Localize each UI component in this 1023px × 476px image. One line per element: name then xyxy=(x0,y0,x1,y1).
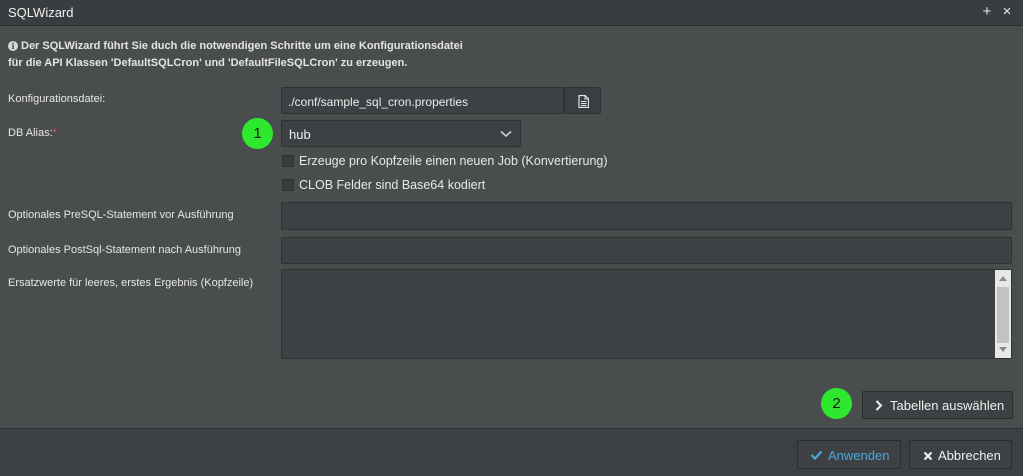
replacement-values-label: Ersatzwerte für leeres, erstes Ergebnis … xyxy=(8,277,254,289)
post-sql-label: Optionales PostSql-Statement nach Ausfüh… xyxy=(8,244,241,256)
info-line-2: für die API Klassen 'DefaultSQLCron' und… xyxy=(8,57,408,69)
chevron-down-icon xyxy=(500,130,512,138)
browse-file-button[interactable] xyxy=(564,87,601,114)
dialog-footer: Anwenden Abbrechen xyxy=(0,428,1023,476)
required-marker: * xyxy=(52,127,57,139)
close-button[interactable]: × xyxy=(999,3,1015,21)
step-badge-1: 1 xyxy=(242,118,273,149)
db-alias-select[interactable]: hub xyxy=(281,120,521,147)
window-title: SQLWizard xyxy=(8,5,74,20)
file-icon xyxy=(578,95,589,108)
info-line-1: Der SQLWizard führt Sie duch die notwend… xyxy=(21,40,463,52)
select-tables-button[interactable]: Tabellen auswählen xyxy=(862,391,1013,419)
db-alias-value: hub xyxy=(289,127,311,142)
pre-sql-input[interactable] xyxy=(281,202,1012,230)
window-titlebar: SQLWizard + × xyxy=(0,0,1023,26)
scroll-up-icon[interactable] xyxy=(999,276,1007,281)
header-job-checkbox[interactable] xyxy=(282,155,294,167)
header-job-checkbox-label: Erzeuge pro Kopfzeile einen neuen Job (K… xyxy=(299,154,608,168)
maximize-button[interactable]: + xyxy=(979,3,995,21)
db-alias-label: DB Alias:* xyxy=(8,127,57,139)
chevron-right-icon xyxy=(875,400,883,411)
config-file-label: Konfigurationsdatei: xyxy=(8,93,106,105)
step-badge-2: 2 xyxy=(821,388,852,419)
post-sql-input[interactable] xyxy=(281,237,1012,264)
replacement-values-textarea[interactable] xyxy=(281,269,1012,359)
scrollbar-thumb[interactable] xyxy=(997,287,1009,343)
clob-base64-checkbox-label: CLOB Felder sind Base64 kodiert xyxy=(299,178,486,192)
close-icon xyxy=(923,451,933,461)
db-alias-label-text: DB Alias: xyxy=(8,127,53,139)
apply-button[interactable]: Anwenden xyxy=(797,440,901,469)
clob-base64-checkbox[interactable] xyxy=(282,179,294,191)
info-text: i Der SQLWizard führt Sie duch die notwen… xyxy=(8,38,463,72)
config-file-field[interactable]: ./conf/sample_sql_cron.properties xyxy=(281,87,564,114)
config-file-value: ./conf/sample_sql_cron.properties xyxy=(288,95,469,109)
checkmark-icon xyxy=(810,450,823,460)
textarea-scrollbar[interactable] xyxy=(995,270,1011,358)
cancel-label: Abbrechen xyxy=(938,448,1001,463)
apply-label: Anwenden xyxy=(828,448,890,463)
scroll-down-icon[interactable] xyxy=(999,347,1007,352)
cancel-button[interactable]: Abbrechen xyxy=(909,440,1012,469)
select-tables-label: Tabellen auswählen xyxy=(890,398,1005,413)
info-icon: i xyxy=(8,41,18,51)
pre-sql-label: Optionales PreSQL-Statement vor Ausführu… xyxy=(8,209,234,221)
